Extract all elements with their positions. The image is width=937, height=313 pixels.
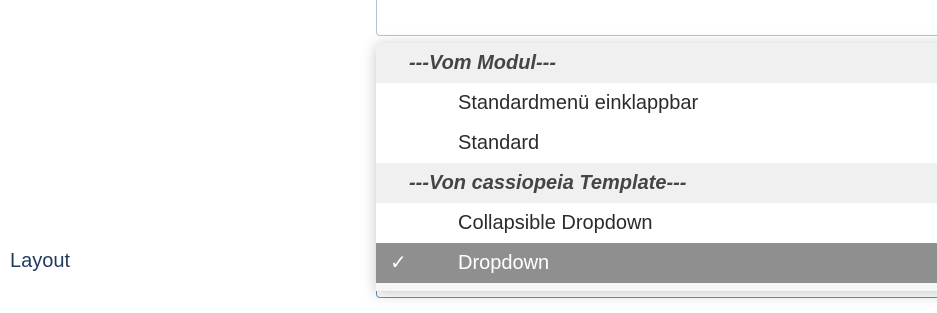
option-dropdown-label: Dropdown	[458, 252, 550, 274]
layout-dropdown-list: ---Vom Modul--- Standardmenü einklappbar…	[376, 43, 937, 291]
option-collapsible-dropdown[interactable]: Collapsible Dropdown	[376, 203, 937, 243]
option-standard[interactable]: Standard	[376, 123, 937, 163]
option-dropdown-selected[interactable]: ✓ Dropdown	[376, 243, 937, 283]
option-group-cassiopeia-template: ---Von cassiopeia Template---	[376, 163, 937, 203]
layout-label: Layout	[10, 250, 71, 272]
option-group-vom-modul: ---Vom Modul---	[376, 43, 937, 83]
previous-field-input[interactable]	[376, 0, 937, 36]
page: Layout ---Vom Modul--- Standardmenü eink…	[0, 0, 937, 313]
option-standardmenu-einklappbar[interactable]: Standardmenü einklappbar	[376, 83, 937, 123]
checkmark-icon: ✓	[390, 252, 407, 274]
